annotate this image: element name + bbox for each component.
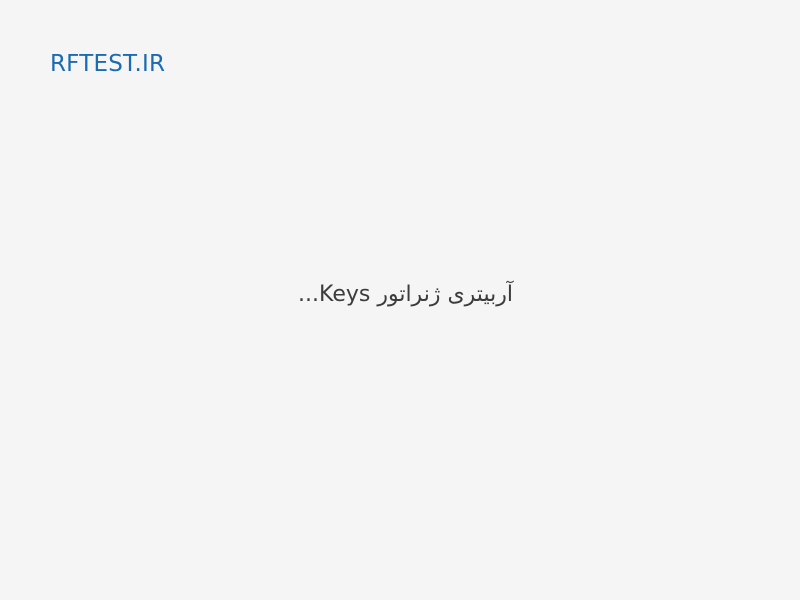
site-logo-link[interactable]: RFTEST.IR [50, 49, 165, 79]
page: RFTEST.IR آربیتری ژنراتور Keys... [0, 0, 800, 600]
loading-message: آربیتری ژنراتور Keys... [298, 282, 513, 307]
